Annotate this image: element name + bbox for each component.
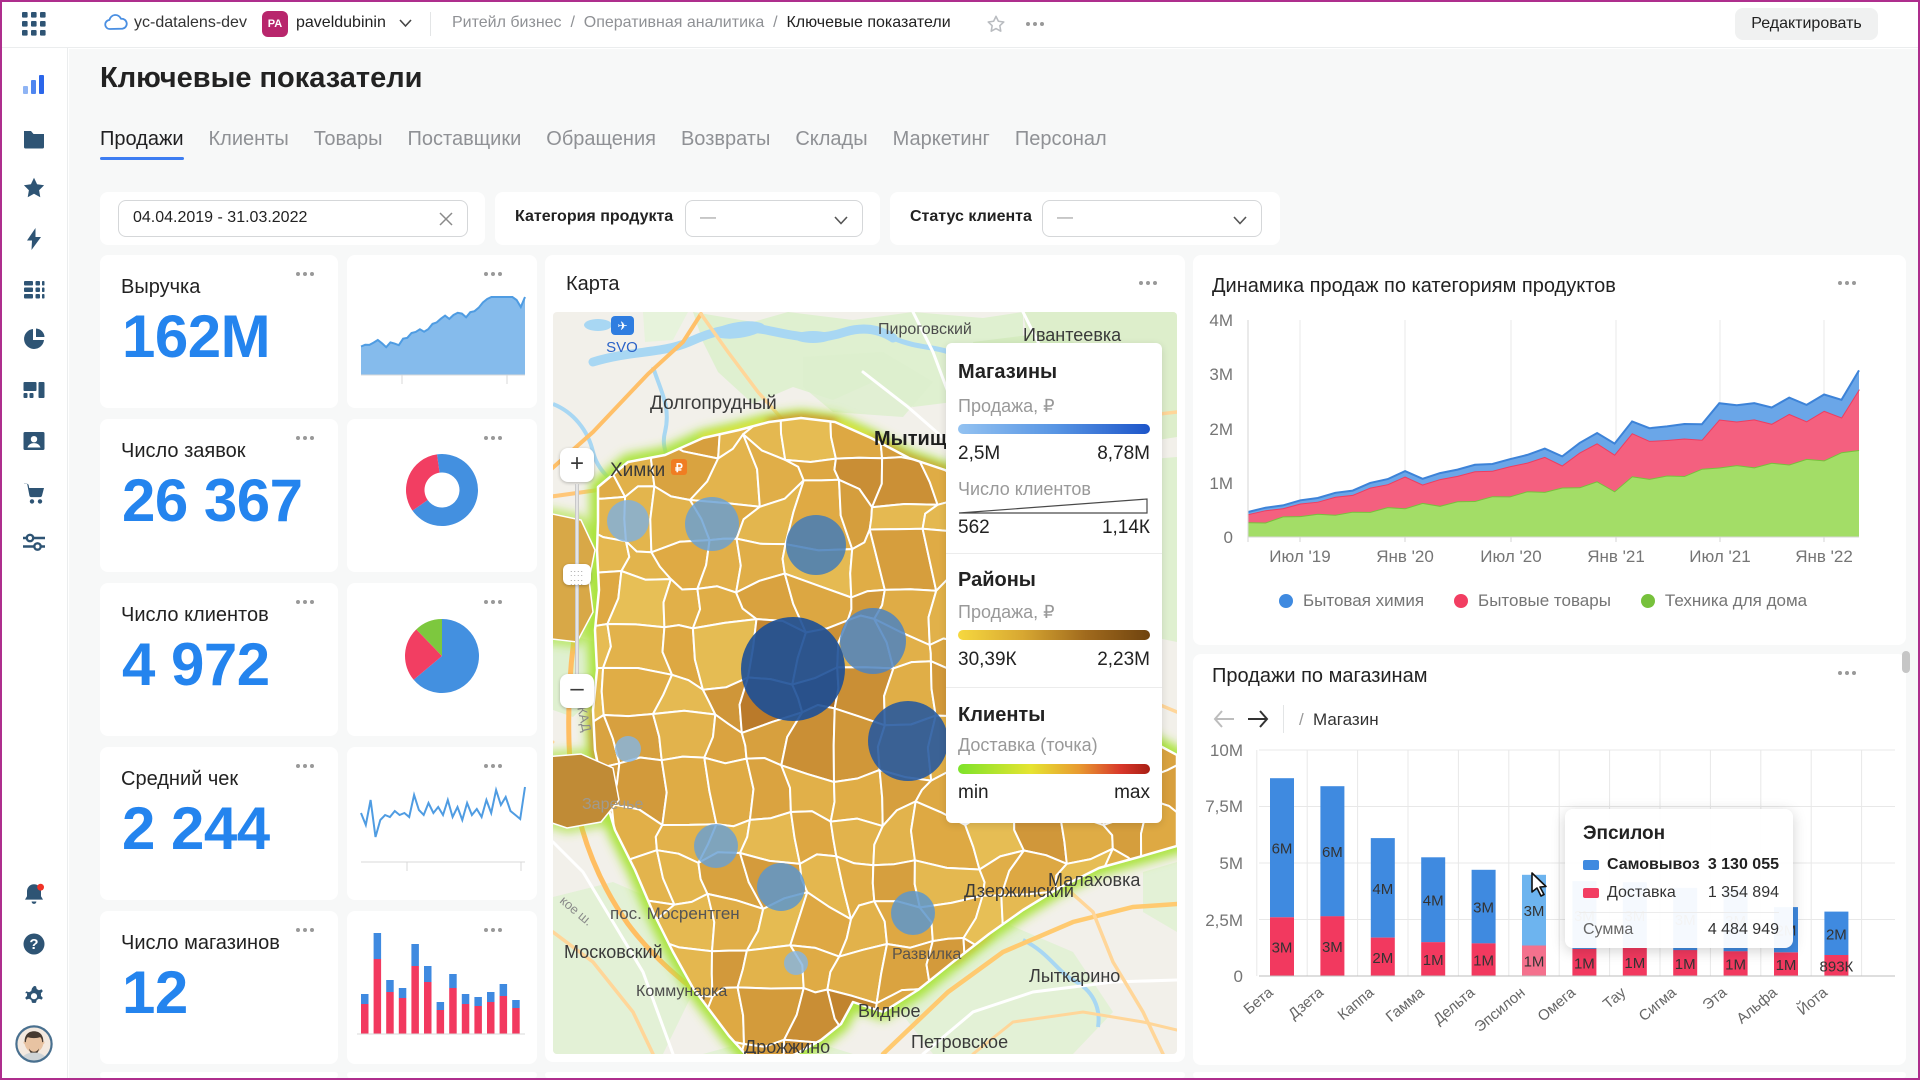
svg-text:10М: 10М — [1210, 741, 1243, 760]
svg-text:Июл '19: Июл '19 — [1269, 547, 1330, 566]
svg-text:2,5М: 2,5М — [1205, 911, 1243, 930]
svg-text:Омега: Омега — [1534, 984, 1579, 1026]
svg-text:2М: 2М — [1372, 950, 1393, 967]
svg-text:Каппа: Каппа — [1335, 984, 1378, 1024]
svg-text:1М: 1М — [1776, 957, 1797, 974]
svg-text:1М: 1М — [1524, 954, 1545, 971]
svg-text:SVO: SVO — [606, 339, 638, 356]
svg-text:Лыткарино: Лыткарино — [1029, 966, 1120, 986]
svg-text:Янв '21: Янв '21 — [1587, 547, 1645, 566]
svg-text:0: 0 — [1234, 967, 1243, 986]
svg-text:3М: 3М — [1524, 903, 1545, 920]
svg-text:✈: ✈ — [617, 319, 627, 333]
svg-text:Янв '20: Янв '20 — [1376, 547, 1434, 566]
svg-text:1М: 1М — [1473, 953, 1494, 970]
svg-text:Йота: Йота — [1793, 983, 1831, 1019]
svg-text:1М: 1М — [1725, 957, 1746, 974]
svg-text:Дзета: Дзета — [1285, 984, 1327, 1023]
svg-text:Малаховка: Малаховка — [1048, 870, 1141, 890]
svg-text:1М: 1М — [1675, 956, 1696, 973]
svg-text:Гамма: Гамма — [1383, 984, 1429, 1026]
svg-text:Альфа: Альфа — [1733, 984, 1781, 1028]
svg-text:4М: 4М — [1372, 881, 1393, 898]
svg-text:Эта: Эта — [1699, 984, 1730, 1014]
svg-text:1М: 1М — [1624, 955, 1645, 972]
svg-text:4М: 4М — [1209, 311, 1233, 330]
svg-text:3М: 3М — [1272, 940, 1293, 957]
svg-text:6М: 6М — [1322, 844, 1343, 861]
svg-text:Химки: Химки — [610, 460, 665, 481]
svg-text:3М: 3М — [1322, 939, 1343, 956]
svg-text:Сигма: Сигма — [1636, 984, 1681, 1025]
svg-text:Бета: Бета — [1241, 984, 1278, 1018]
svg-text:Дрожжино: Дрожжино — [744, 1037, 830, 1054]
svg-text:5М: 5М — [1219, 854, 1243, 873]
svg-text:1М: 1М — [1574, 955, 1595, 972]
svg-text:3М: 3М — [1473, 900, 1494, 917]
svg-text:2М: 2М — [1209, 420, 1233, 439]
svg-text:₽: ₽ — [675, 461, 683, 475]
svg-text:Дельта: Дельта — [1430, 984, 1479, 1029]
svg-text:Долгопрудный: Долгопрудный — [650, 393, 777, 414]
svg-text:Коммунарка: Коммунарка — [636, 983, 727, 1000]
svg-text:7,5М: 7,5М — [1205, 797, 1243, 816]
svg-text:Заречье: Заречье — [582, 796, 644, 813]
svg-text:Развилка: Развилка — [892, 946, 961, 963]
svg-text:Петровское: Петровское — [911, 1032, 1008, 1052]
svg-text:1М: 1М — [1423, 952, 1444, 969]
svg-text:Московский: Московский — [564, 942, 663, 962]
svg-text:Тау: Тау — [1600, 984, 1630, 1013]
svg-text:Июл '21: Июл '21 — [1689, 547, 1750, 566]
svg-text:Видное: Видное — [858, 1001, 921, 1021]
svg-text:Пироговский: Пироговский — [878, 321, 972, 338]
svg-text:Июл '20: Июл '20 — [1480, 547, 1541, 566]
svg-text:3М: 3М — [1209, 365, 1233, 384]
svg-text:4М: 4М — [1423, 893, 1444, 910]
svg-text:0: 0 — [1224, 528, 1233, 547]
svg-text:Ивантеевка: Ивантеевка — [1023, 325, 1122, 345]
svg-text:1М: 1М — [1209, 474, 1233, 493]
svg-text:6М: 6М — [1272, 841, 1293, 858]
svg-text:пос. Мосрентген: пос. Мосрентген — [610, 904, 740, 923]
svg-text:2М: 2М — [1826, 926, 1847, 943]
svg-text:Янв '22: Янв '22 — [1795, 547, 1853, 566]
svg-text:?: ? — [29, 936, 38, 953]
svg-text:893К: 893К — [1820, 959, 1854, 976]
svg-text:Эпсилон: Эпсилон — [1471, 984, 1528, 1036]
